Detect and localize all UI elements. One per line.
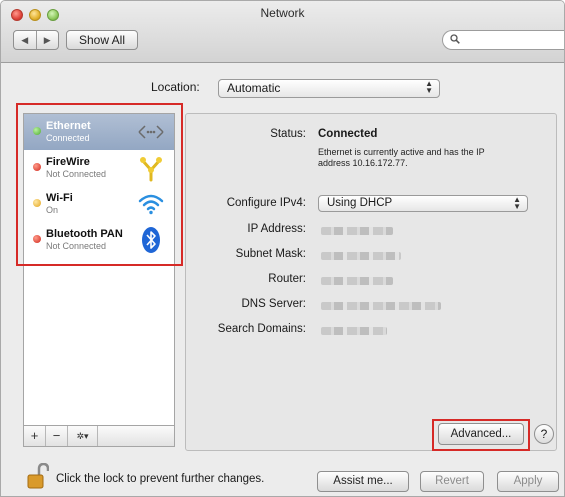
location-value: Automatic <box>227 81 281 95</box>
ip-address-label: IP Address: <box>247 223 306 235</box>
location-select[interactable]: Automatic ▲ ▼ <box>218 79 440 98</box>
subnet-mask-label: Subnet Mask: <box>235 248 306 260</box>
search-domains-value-redacted <box>321 327 387 335</box>
gear-icon[interactable]: ✲▾ <box>68 426 98 446</box>
chevron-left-icon[interactable]: ◀ <box>14 31 36 49</box>
add-service-button[interactable]: + <box>24 426 46 446</box>
updown-arrows-icon: ▲ ▼ <box>425 79 433 95</box>
service-list-controls: + − ✲▾ <box>23 426 175 447</box>
search-icon <box>450 34 460 44</box>
highlight-service-list <box>16 103 183 266</box>
updown-arrows-icon: ▲ ▼ <box>513 195 521 211</box>
back-forward-control: ◀ ▶ <box>13 30 59 50</box>
router-value-redacted <box>321 277 393 285</box>
assist-me-button[interactable]: Assist me... <box>317 471 409 492</box>
show-all-button[interactable]: Show All <box>66 30 138 50</box>
apply-button[interactable]: Apply <box>497 471 559 492</box>
search-input[interactable] <box>442 30 564 50</box>
subnet-mask-value-redacted <box>321 252 401 260</box>
network-preferences-window: Network ◀ ▶ Show All Location: Automatic… <box>0 0 565 497</box>
lock-icon[interactable] <box>27 463 49 489</box>
chevron-right-icon[interactable]: ▶ <box>35 31 59 49</box>
ip-address-value-redacted <box>321 227 393 235</box>
status-value: Connected <box>318 128 378 140</box>
status-note: Ethernet is currently active and has the… <box>318 147 485 168</box>
router-label: Router: <box>268 273 306 285</box>
dns-server-value-redacted <box>321 302 441 310</box>
search-domains-label: Search Domains: <box>217 323 306 335</box>
help-button[interactable]: ? <box>534 424 554 444</box>
window-title: Network <box>260 6 305 20</box>
configure-ipv4-label: Configure IPv4: <box>226 197 306 209</box>
dns-server-label: DNS Server: <box>241 298 306 310</box>
lock-hint-text: Click the lock to prevent further change… <box>56 473 265 485</box>
highlight-advanced-button <box>432 419 530 451</box>
configure-ipv4-select[interactable]: Using DHCP ▲ ▼ <box>318 195 528 212</box>
configure-ipv4-value: Using DHCP <box>327 197 393 209</box>
title-bar: Network ◀ ▶ Show All <box>1 1 564 63</box>
remove-service-button[interactable]: − <box>46 426 68 446</box>
status-label: Status: <box>270 128 306 140</box>
location-label: Location: <box>151 80 200 94</box>
revert-button[interactable]: Revert <box>420 471 484 492</box>
